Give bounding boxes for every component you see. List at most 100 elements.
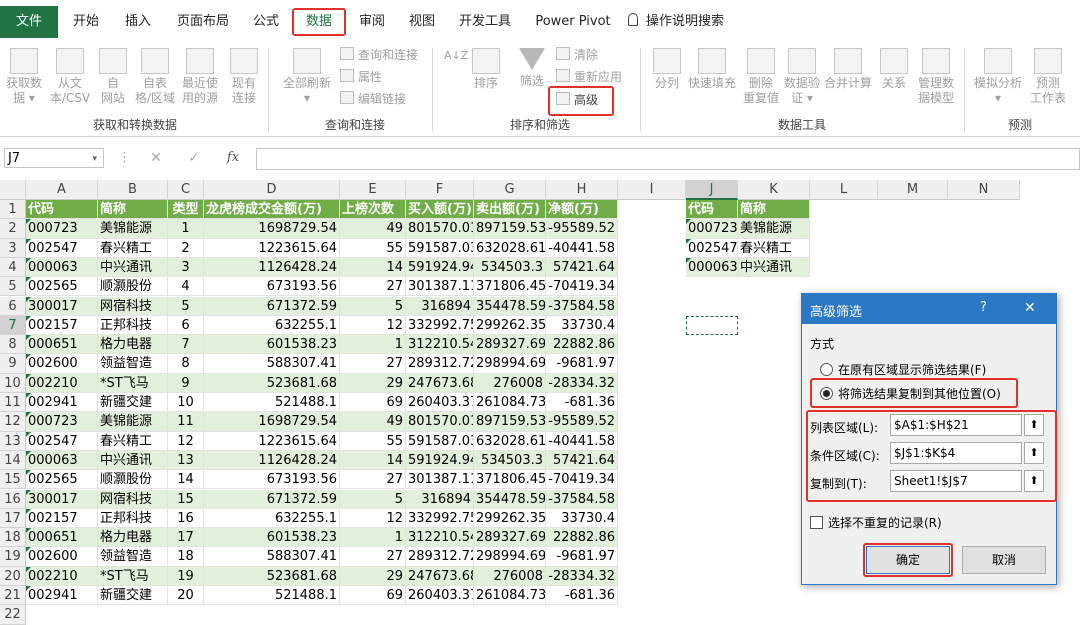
row-header[interactable]: 1 (0, 200, 26, 220)
row-header[interactable]: 12 (0, 412, 26, 432)
column-header[interactable]: C (168, 180, 204, 200)
criteria-range-input[interactable]: $J$1:$K$4 (890, 442, 1022, 464)
table-cell[interactable]: 591924.94 (406, 450, 474, 471)
table-cell[interactable]: 260403.37 (406, 393, 474, 413)
table-cell[interactable]: -681.36 (546, 393, 618, 413)
tab-home[interactable]: 开始 (62, 8, 110, 36)
table-cell[interactable]: 632028.61 (474, 238, 546, 258)
remove-duplicates-button[interactable]: 删除 重复值 (740, 48, 782, 106)
collapse-dialog-icon[interactable]: ⬆ (1024, 470, 1044, 492)
table-cell[interactable]: 591924.94 (406, 257, 474, 278)
criteria-cell[interactable]: 中兴通讯 (738, 257, 810, 278)
table-header-cell[interactable]: 简称 (98, 200, 168, 220)
table-cell[interactable]: 顺灏股份 (98, 277, 168, 297)
table-cell[interactable]: 7 (168, 335, 204, 355)
row-header[interactable]: 19 (0, 547, 26, 567)
table-cell[interactable]: 29 (340, 373, 406, 393)
table-cell[interactable]: 521488.1 (204, 393, 340, 413)
table-header-cell[interactable]: 龙虎榜成交金额(万) (204, 200, 340, 220)
table-cell[interactable]: 16 (168, 508, 204, 529)
table-cell[interactable]: 33730.4 (546, 508, 618, 529)
table-cell[interactable]: 5 (340, 296, 406, 316)
table-cell[interactable]: 春兴精工 (98, 238, 168, 258)
table-cell[interactable]: 002565 (26, 277, 98, 297)
table-cell[interactable]: 354478.59 (474, 296, 546, 316)
table-cell[interactable]: 000063 (26, 450, 98, 471)
table-cell[interactable]: 534503.3 (474, 450, 546, 471)
text-to-columns-button[interactable]: 分列 (650, 48, 684, 91)
enter-icon[interactable]: ✓ (184, 148, 204, 168)
data-validation-button[interactable]: 数据验证 ▾ (782, 48, 822, 106)
tell-me-search[interactable]: 操作说明搜索 (628, 8, 748, 36)
row-header[interactable]: 14 (0, 450, 26, 471)
table-cell[interactable]: 中兴通讯 (98, 450, 168, 471)
table-cell[interactable]: -37584.58 (546, 296, 618, 316)
column-header[interactable]: F (406, 180, 474, 200)
table-cell[interactable]: 002157 (26, 508, 98, 529)
flash-fill-button[interactable]: 快速填充 (686, 48, 738, 91)
criteria-header-cell[interactable]: 简称 (738, 200, 810, 220)
table-cell[interactable]: 14 (340, 450, 406, 471)
table-cell[interactable]: 002547 (26, 431, 98, 451)
row-header[interactable]: 13 (0, 431, 26, 451)
table-cell[interactable]: *ST飞马 (98, 566, 168, 586)
table-cell[interactable]: 260403.37 (406, 586, 474, 606)
table-cell[interactable]: 673193.56 (204, 470, 340, 490)
table-cell[interactable]: 1 (340, 528, 406, 548)
table-cell[interactable]: 春兴精工 (98, 431, 168, 451)
table-cell[interactable]: 534503.3 (474, 257, 546, 278)
table-cell[interactable]: 2 (168, 238, 204, 258)
table-cell[interactable]: 6 (168, 315, 204, 336)
table-cell[interactable]: 897159.53 (474, 412, 546, 432)
table-cell[interactable]: 000063 (26, 257, 98, 278)
table-cell[interactable]: 300017 (26, 489, 98, 509)
table-cell[interactable]: 671372.59 (204, 296, 340, 316)
refresh-all-button[interactable]: 全部刷新 ▾ (280, 48, 334, 106)
criteria-cell[interactable]: 春兴精工 (738, 238, 810, 258)
table-cell[interactable]: 354478.59 (474, 489, 546, 509)
column-header[interactable]: M (878, 180, 948, 200)
table-cell[interactable]: 289312.72 (406, 547, 474, 567)
tab-view[interactable]: 视图 (400, 8, 444, 36)
table-cell[interactable]: 5 (168, 296, 204, 316)
table-cell[interactable]: 57421.64 (546, 450, 618, 471)
column-header[interactable]: H (546, 180, 618, 200)
table-cell[interactable]: 29 (340, 566, 406, 586)
table-cell[interactable]: 49 (340, 412, 406, 432)
criteria-cell[interactable]: 000723 (686, 219, 738, 239)
column-header[interactable]: N (948, 180, 1020, 200)
table-cell[interactable]: 20 (168, 586, 204, 606)
table-cell[interactable]: 5 (340, 489, 406, 509)
row-header[interactable]: 22 (0, 605, 26, 625)
table-cell[interactable]: 801570.01 (406, 219, 474, 239)
row-header[interactable]: 8 (0, 335, 26, 355)
table-cell[interactable]: 55 (340, 238, 406, 258)
recent-sources-button[interactable]: 最近使 用的源 (178, 48, 222, 106)
table-cell[interactable]: 632255.1 (204, 508, 340, 529)
reapply-button[interactable]: 重新应用 (556, 68, 622, 86)
tab-data[interactable]: 数据 (292, 8, 346, 36)
table-cell[interactable]: 301387.11 (406, 470, 474, 490)
column-header[interactable]: E (340, 180, 406, 200)
table-cell[interactable]: 69 (340, 586, 406, 606)
table-cell[interactable]: 格力电器 (98, 335, 168, 355)
table-cell[interactable]: 1223615.64 (204, 238, 340, 258)
column-header[interactable]: L (810, 180, 878, 200)
row-header[interactable]: 11 (0, 393, 26, 413)
table-cell[interactable]: 10 (168, 393, 204, 413)
table-cell[interactable]: 12 (340, 315, 406, 336)
table-header-cell[interactable]: 卖出额(万) (474, 200, 546, 220)
table-cell[interactable]: 49 (340, 219, 406, 239)
unique-records-checkbox[interactable]: 选择不重复的记录(R) (810, 514, 942, 531)
column-header[interactable]: A (26, 180, 98, 200)
table-cell[interactable]: 新疆交建 (98, 393, 168, 413)
table-header-cell[interactable]: 类型 (168, 200, 204, 220)
criteria-cell[interactable]: 美锦能源 (738, 219, 810, 239)
existing-connections-button[interactable]: 现有 连接 (226, 48, 262, 106)
table-cell[interactable]: 261084.73 (474, 393, 546, 413)
help-icon[interactable]: ? (980, 300, 987, 315)
table-cell[interactable]: -37584.58 (546, 489, 618, 509)
table-cell[interactable]: 002210 (26, 566, 98, 586)
row-header[interactable]: 15 (0, 470, 26, 490)
table-cell[interactable]: 27 (340, 547, 406, 567)
